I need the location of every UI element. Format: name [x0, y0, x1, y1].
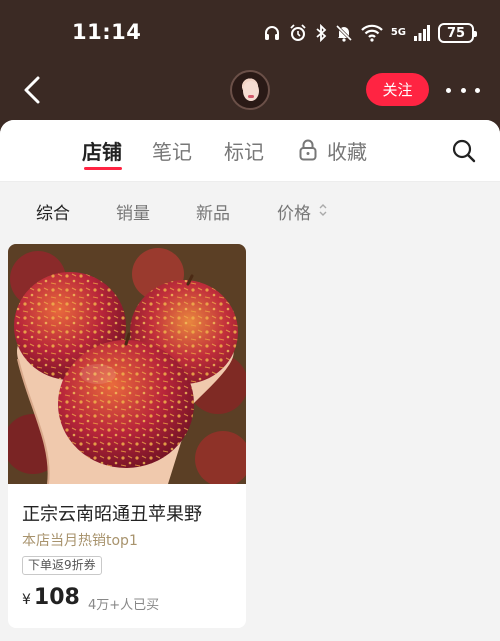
battery-level: 75	[446, 25, 466, 41]
product-image	[8, 244, 246, 484]
sort-price[interactable]: 价格	[277, 199, 311, 224]
back-icon	[24, 76, 40, 104]
back-button[interactable]	[18, 74, 48, 106]
sort-new[interactable]: 新品	[196, 199, 230, 224]
product-price: ¥108	[22, 585, 80, 610]
price-value: 108	[33, 585, 80, 610]
search-icon	[452, 139, 476, 163]
status-icons: 5G 75	[263, 20, 477, 46]
status-time: 11:14	[72, 20, 142, 44]
content-sheet: 店铺 笔记 标记 收藏 综合 销量 新品 价格 正宗云南昭通丑苹果野 本店当月热…	[0, 120, 500, 641]
sort-bar: 综合 销量 新品 价格	[0, 182, 500, 240]
follow-button[interactable]: 关注	[366, 73, 429, 106]
bluetooth-icon	[316, 24, 327, 42]
product-title: 正宗云南昭通丑苹果野	[22, 504, 202, 525]
shop-header: 关注	[0, 62, 500, 120]
network-type: 5G	[390, 27, 406, 38]
lock-icon	[299, 139, 317, 161]
avatar[interactable]	[230, 70, 270, 110]
signal-icon	[414, 25, 430, 41]
mute-icon	[335, 24, 352, 42]
alarm-icon	[290, 24, 306, 41]
search-button[interactable]	[451, 138, 477, 164]
tab-favorites[interactable]: 收藏	[327, 136, 367, 165]
currency-symbol: ¥	[22, 592, 31, 608]
sort-sales[interactable]: 销量	[116, 199, 150, 224]
more-icon[interactable]	[446, 80, 480, 100]
battery-icon: 75	[438, 23, 477, 43]
headphones-icon	[264, 26, 279, 40]
sort-comprehensive[interactable]: 综合	[36, 199, 70, 224]
sold-count: 4万+人已买	[88, 598, 160, 613]
coupon-badge: 下单返9折券	[22, 556, 102, 575]
tab-notes[interactable]: 笔记	[152, 136, 192, 165]
sort-arrows-icon	[319, 204, 327, 216]
tab-active-indicator	[84, 167, 122, 170]
status-bar: 11:14 5G 75	[0, 0, 500, 62]
tab-shop[interactable]: 店铺	[82, 136, 122, 165]
tab-bar: 店铺 笔记 标记 收藏	[0, 120, 500, 182]
product-subtitle: 本店当月热销top1	[22, 533, 138, 549]
product-card[interactable]: 正宗云南昭通丑苹果野 本店当月热销top1 下单返9折券 ¥108 4万+人已买	[8, 244, 246, 628]
tab-marks[interactable]: 标记	[224, 136, 264, 165]
wifi-icon	[361, 24, 383, 42]
